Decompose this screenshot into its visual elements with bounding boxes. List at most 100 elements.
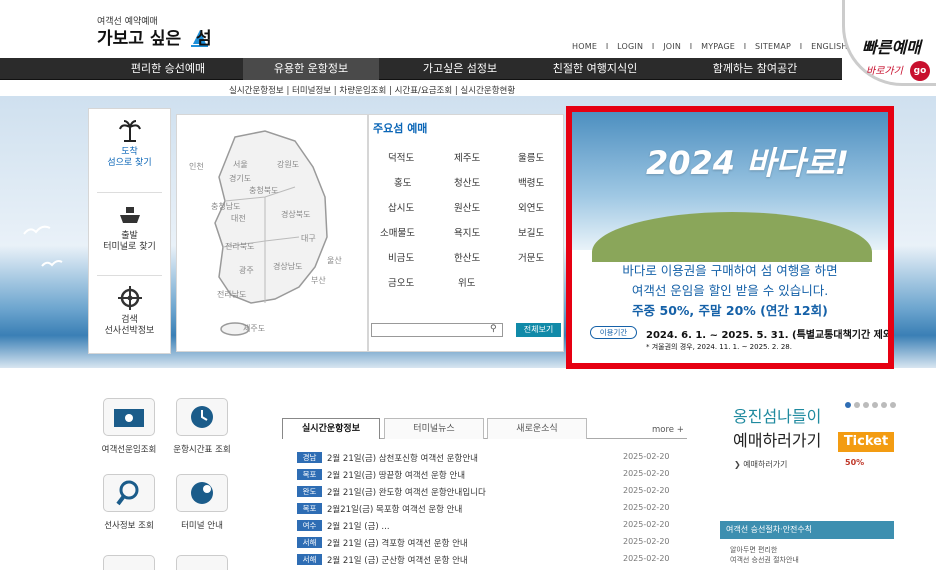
operator-lookup-button[interactable]: [103, 474, 155, 512]
korea-map[interactable]: 인천 서울 경기도 강원도 충청북도 충청남도 대전 경상북도 대구 전라북도 …: [176, 114, 368, 352]
fare-lookup-button[interactable]: [103, 398, 155, 436]
quicklink-more[interactable]: [103, 555, 155, 570]
news-title[interactable]: 2월 21일(금) 땅끝항 여객선 운항 안내: [327, 469, 465, 481]
map-region[interactable]: 경기도: [229, 173, 251, 184]
nav-booking[interactable]: 편리한 승선예매: [128, 58, 208, 80]
island-link[interactable]: 청산도: [454, 175, 480, 189]
site-logo[interactable]: 가보고 싶은: [97, 24, 211, 49]
news-title[interactable]: 2월 21일 (금) 격포항 여객선 운항 안내: [327, 537, 468, 549]
region-badge: 여수: [297, 520, 322, 531]
carousel-dot[interactable]: [845, 402, 851, 408]
map-region[interactable]: 서울: [233, 159, 248, 170]
island-link[interactable]: 울릉도: [518, 150, 544, 164]
island-link[interactable]: 원산도: [454, 200, 480, 214]
terminal-guide-label: 터미널 안내: [181, 521, 223, 531]
side-promo-link[interactable]: ❯ 예매하러가기: [734, 459, 787, 470]
search-by-island[interactable]: 도착 섬으로 찾기: [89, 119, 170, 169]
promo-period-badge: 이용기간: [590, 326, 637, 339]
util-login-link[interactable]: LOGIN: [617, 42, 643, 51]
promo-note: * 겨울권의 경우, 2024. 11. 1. ~ 2025. 2. 28.: [646, 343, 792, 351]
quicklink-more[interactable]: [176, 555, 228, 570]
map-region[interactable]: 경상북도: [281, 209, 310, 220]
util-mypage-link[interactable]: MYPAGE: [701, 42, 735, 51]
sub-nav[interactable]: 실시간운항정보 | 터미널정보 | 차량운임조회 | 시간표/요금조회 | 실시…: [229, 84, 515, 96]
promo-banner[interactable]: 2024 바다로! 바다로 이용권을 구매하여 섬 여행을 하면 여객선 운임을…: [566, 106, 894, 369]
map-region[interactable]: 대전: [231, 213, 246, 224]
map-region[interactable]: 광주: [239, 265, 254, 276]
seagull-icon: [41, 260, 63, 267]
map-region[interactable]: 인천: [189, 161, 204, 172]
news-title[interactable]: 2월 21일(금) 완도항 여객선 운항안내입니다: [327, 486, 486, 498]
palm-tree-icon: [118, 120, 141, 142]
map-region[interactable]: 대구: [301, 233, 316, 244]
island-link[interactable]: 비금도: [388, 250, 414, 264]
timetable-button[interactable]: [176, 398, 228, 436]
util-sep: I: [651, 42, 655, 51]
map-region[interactable]: 충청북도: [249, 185, 278, 196]
tab-realtime[interactable]: 실시간운항정보: [282, 418, 380, 439]
island-link[interactable]: 외연도: [518, 200, 544, 214]
search-icon[interactable]: ⚲: [490, 324, 497, 334]
map-region[interactable]: 전라남도: [217, 289, 246, 300]
nav-community[interactable]: 함께하는 참여공간: [700, 58, 810, 80]
island-link[interactable]: 제주도: [454, 150, 480, 164]
news-more-link[interactable]: more +: [652, 425, 684, 435]
news-row[interactable]: 경남 2월 21일(금) 삼천포신항 여객선 운항안내 2025-02-20: [297, 452, 677, 464]
map-region[interactable]: 전라북도: [225, 241, 254, 252]
news-row[interactable]: 서해 2월 21일 (금) 군산항 여객선 운항 안내 2025-02-20: [297, 554, 677, 566]
news-date: 2025-02-20: [623, 503, 670, 512]
news-row[interactable]: 목포 2월21일(금) 목포항 여객선 운항 안내 2025-02-20: [297, 503, 677, 515]
news-title[interactable]: 2월 21일(금) 삼천포신항 여객선 운항안내: [327, 452, 478, 464]
news-row[interactable]: 목포 2월 21일(금) 땅끝항 여객선 운항 안내 2025-02-20: [297, 469, 677, 481]
carousel-dot[interactable]: [863, 402, 869, 408]
util-english-link[interactable]: ENGLISH: [811, 42, 848, 51]
island-link[interactable]: 금오도: [388, 275, 414, 289]
tab-terminal-news[interactable]: 터미널뉴스: [384, 418, 484, 439]
search-ship-info[interactable]: 검색 선사선박정보: [89, 285, 170, 337]
news-tabs: 실시간운항정보 터미널뉴스 새로운소식: [282, 418, 687, 439]
nav-travel-qna[interactable]: 친절한 여행지식인: [540, 58, 650, 80]
view-all-button[interactable]: 전체보기: [516, 323, 561, 337]
news-row[interactable]: 서해 2월 21일 (금) 격포항 여객선 운항 안내 2025-02-20: [297, 537, 677, 549]
tab-new-notice[interactable]: 새로운소식: [487, 418, 587, 439]
news-row[interactable]: 완도 2월 21일(금) 완도항 여객선 운항안내입니다 2025-02-20: [297, 486, 677, 498]
island-search-input[interactable]: [371, 323, 503, 337]
news-title[interactable]: 2월21일(금) 목포항 여객선 운항 안내: [327, 503, 462, 515]
carousel-dot[interactable]: [854, 402, 860, 408]
island-link[interactable]: 삽시도: [388, 200, 414, 214]
nav-island-info[interactable]: 가고싶은 섬정보: [415, 58, 505, 80]
util-join-link[interactable]: JOIN: [663, 42, 681, 51]
map-region[interactable]: 부산: [311, 275, 326, 286]
util-home-link[interactable]: HOME: [572, 42, 597, 51]
util-sitemap-link[interactable]: SITEMAP: [755, 42, 791, 51]
logo-tail: 섬: [196, 29, 212, 49]
carousel-dot[interactable]: [881, 402, 887, 408]
island-link[interactable]: 백령도: [518, 175, 544, 189]
map-region[interactable]: 울산: [327, 255, 342, 266]
map-region[interactable]: 경상남도: [273, 261, 302, 272]
island-link[interactable]: 거문도: [518, 250, 544, 264]
news-title[interactable]: 2월 21일 (금) ...: [327, 520, 390, 532]
terminal-guide-button[interactable]: [176, 474, 228, 512]
island-link[interactable]: 보길도: [518, 225, 544, 239]
map-region[interactable]: 제주도: [243, 323, 265, 334]
nav-operation-info[interactable]: 유용한 운항정보: [243, 58, 379, 80]
util-sep: I: [799, 42, 803, 51]
carousel-dot[interactable]: [872, 402, 878, 408]
island-link[interactable]: 욕지도: [454, 225, 480, 239]
safety-sub2: 여객선 승선권 절차안내: [730, 556, 799, 564]
island-link[interactable]: 홍도: [394, 175, 411, 189]
island-link[interactable]: 위도: [458, 275, 475, 289]
carousel-dot[interactable]: [890, 402, 896, 408]
search-by-terminal[interactable]: 출발 터미널로 찾기: [89, 203, 170, 253]
quick-go-button[interactable]: go: [910, 61, 930, 81]
map-region[interactable]: 강원도: [277, 159, 299, 170]
island-link[interactable]: 덕적도: [388, 150, 414, 164]
map-region[interactable]: 충청남도: [211, 201, 240, 212]
news-row[interactable]: 여수 2월 21일 (금) ... 2025-02-20: [297, 520, 677, 532]
safety-banner[interactable]: 여객선 승선절차·안전수칙: [720, 521, 894, 539]
island-link[interactable]: 소매물도: [380, 225, 415, 239]
side-promo-title1: 옹진섬나들이: [733, 407, 822, 426]
island-link[interactable]: 한산도: [454, 250, 480, 264]
news-title[interactable]: 2월 21일 (금) 군산항 여객선 운항 안내: [327, 554, 468, 566]
